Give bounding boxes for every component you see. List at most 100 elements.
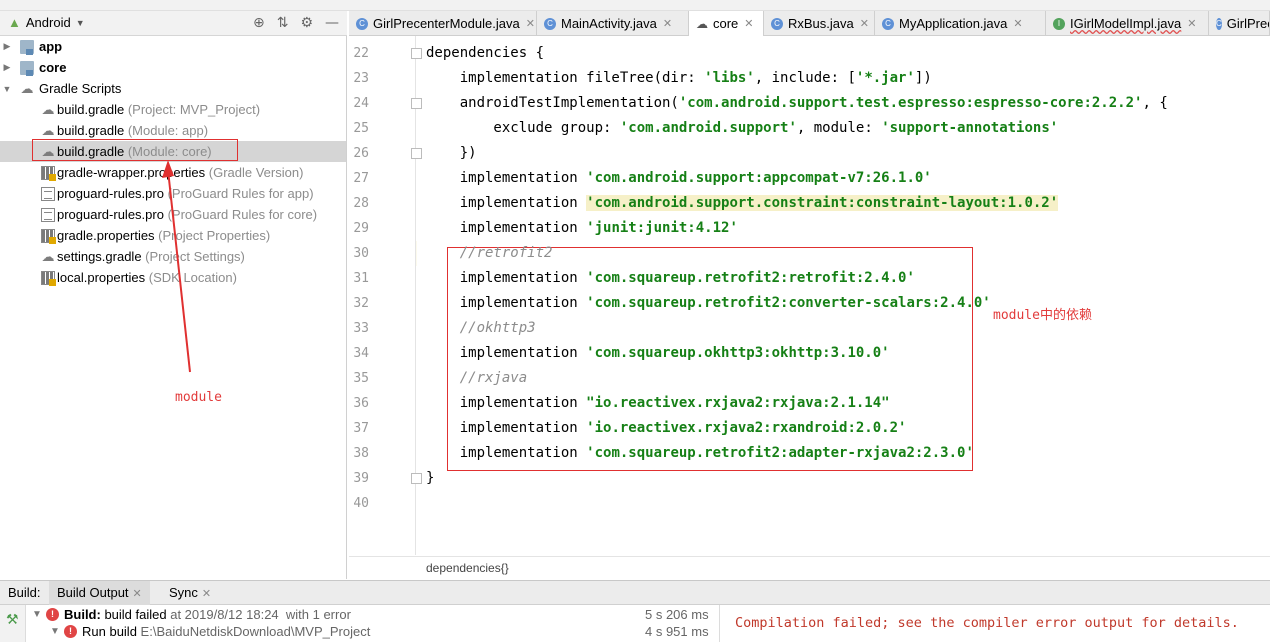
code-comment: //rxjava <box>426 370 528 386</box>
divider <box>719 605 720 642</box>
code-line: implementation 'com.android.support.cons… <box>426 191 1059 216</box>
chevron-right-icon[interactable]: ▶ <box>2 41 12 52</box>
tree-item-name: build.gradle <box>57 123 125 138</box>
tree-item[interactable]: gradle-wrapper.properties (Gradle Versio… <box>0 162 346 183</box>
close-icon[interactable]: ✕ <box>202 588 211 600</box>
code-token: } <box>426 470 435 486</box>
close-icon[interactable]: ✕ <box>1187 17 1196 30</box>
fold-icon[interactable] <box>411 473 422 484</box>
build-output-body: ⚒ ▼ ! Build: build failed at 2019/8/12 1… <box>0 605 1270 642</box>
line-number: 39 <box>353 471 369 486</box>
build-result-text: build failed <box>100 607 171 622</box>
chevron-down-icon[interactable]: ▼ <box>50 626 64 637</box>
gear-icon[interactable]: ⚙ <box>300 15 313 31</box>
interface-icon: I <box>1053 17 1065 30</box>
code-line: implementation 'com.squareup.retrofit2:a… <box>426 441 974 466</box>
close-icon[interactable]: ✕ <box>860 17 869 30</box>
project-tree[interactable]: ▶ app ▶ core ▼ ☁ Gradle Scripts ☁ build.gradle (… <box>0 36 347 579</box>
error-icon: ! <box>46 608 59 621</box>
gradle-icon: ☁ <box>41 102 55 117</box>
tree-item-name: Gradle Scripts <box>39 81 122 96</box>
editor-tab[interactable]: C RxBus.java ✕ <box>764 11 875 36</box>
tree-item[interactable]: gradle.properties (Project Properties) <box>0 225 346 246</box>
tree-item-name: core <box>39 60 67 75</box>
code-line: implementation 'com.android.support:appc… <box>426 166 932 191</box>
code-string: 'com.squareup.retrofit2:converter-scalar… <box>586 295 991 311</box>
breadcrumb[interactable]: dependencies{} <box>349 556 1270 580</box>
collapse-icon[interactable]: ⇅ <box>277 15 289 31</box>
line-number: 30 <box>353 246 369 261</box>
hammer-icon[interactable]: ⚒ <box>6 612 19 628</box>
line-number: 25 <box>353 121 369 136</box>
code-token: ]) <box>914 70 932 86</box>
fold-icon[interactable] <box>411 98 422 109</box>
fold-icon[interactable] <box>411 148 422 159</box>
tree-item[interactable]: proguard-rules.pro (ProGuard Rules for a… <box>0 183 346 204</box>
close-icon[interactable]: ✕ <box>526 17 535 30</box>
build-result-row[interactable]: ▼ ! Build: build failed at 2019/8/12 18:… <box>32 606 351 623</box>
code-token: androidTestImplementation( <box>426 95 679 111</box>
build-result-prefix: Build: <box>64 607 101 622</box>
close-icon[interactable]: ✕ <box>744 17 753 30</box>
code-line: implementation 'com.squareup.retrofit2:r… <box>426 266 915 291</box>
code-string: 'com.android.support.constraint:constrai… <box>586 195 1059 211</box>
tree-item[interactable]: ☁ build.gradle (Project: MVP_Project) <box>0 99 346 120</box>
folder-icon <box>20 61 34 76</box>
locate-icon[interactable]: ⊕ <box>253 15 265 31</box>
chevron-down-icon[interactable]: ▼ <box>32 609 46 620</box>
close-icon[interactable]: ✕ <box>663 17 672 30</box>
tree-item[interactable]: proguard-rules.pro (ProGuard Rules for c… <box>0 204 346 225</box>
window-top-strip <box>0 0 1270 11</box>
tree-item[interactable]: ☁ build.gradle (Module: app) <box>0 120 346 141</box>
hide-icon[interactable]: — <box>325 15 339 31</box>
tree-item[interactable]: ▶ app <box>0 36 346 57</box>
run-build-row[interactable]: ▼ ! Run build E:\BaiduNetdiskDownload\MV… <box>50 623 370 640</box>
line-number: 24 <box>353 96 369 111</box>
tree-item[interactable]: ▼ ☁ Gradle Scripts <box>0 78 346 99</box>
tree-item[interactable]: local.properties (SDK Location) <box>0 267 346 288</box>
close-icon[interactable]: ✕ <box>1013 17 1022 30</box>
line-number: 22 <box>353 46 369 61</box>
line-number: 38 <box>353 446 369 461</box>
breadcrumb-item[interactable]: dependencies{} <box>426 561 509 575</box>
tab-sync[interactable]: Sync ✕ <box>169 585 211 600</box>
chevron-down-icon[interactable]: ▼ <box>2 84 12 94</box>
class-icon: C <box>882 17 894 30</box>
editor-tab[interactable]: I IGirlModelImpl.java ✕ <box>1046 11 1209 36</box>
tree-item[interactable]: ▶ core <box>0 57 346 78</box>
code-line: implementation "io.reactivex.rxjava2:rxj… <box>426 391 890 416</box>
class-icon: C <box>544 17 556 30</box>
editor-tab-label: IGirlModelImpl.java <box>1070 16 1182 31</box>
editor-tab[interactable]: C GirlPrecenterModule.java ✕ <box>349 11 537 36</box>
editor-tab[interactable]: C GirlPrec <box>1209 11 1270 36</box>
code-token: }) <box>426 145 477 161</box>
editor-tab[interactable]: C MyApplication.java ✕ <box>875 11 1046 36</box>
line-number: 35 <box>353 371 369 386</box>
tree-item-hint: (ProGuard Rules for app) <box>163 186 314 201</box>
line-number: 29 <box>353 221 369 236</box>
editor-tab[interactable]: ☁ core ✕ <box>689 11 764 36</box>
file-icon <box>41 187 55 201</box>
tree-item-label: proguard-rules.pro (ProGuard Rules for c… <box>57 207 317 222</box>
tab-build-output-label: Build Output <box>57 585 129 600</box>
properties-icon <box>41 271 56 286</box>
project-view-selector[interactable]: ▲ Android ▼ <box>8 15 85 30</box>
code-line: implementation 'com.squareup.okhttp3:okh… <box>426 341 890 366</box>
line-number: 36 <box>353 396 369 411</box>
fold-icon[interactable] <box>411 48 422 59</box>
tree-item[interactable]: ☁ settings.gradle (Project Settings) <box>0 246 346 267</box>
editor-tab-label: MainActivity.java <box>561 16 657 31</box>
code-token: implementation <box>426 420 587 436</box>
code-token: implementation <box>426 270 587 286</box>
project-view-label: Android <box>25 15 71 30</box>
editor-tab-label: core <box>713 16 739 31</box>
dependency-annotation: module中的依赖 <box>993 308 1092 323</box>
editor-tab[interactable]: C MainActivity.java ✕ <box>537 11 689 36</box>
build-result-detail: at 2019/8/12 18:24 with 1 error <box>170 607 351 622</box>
tab-build-output[interactable]: Build Output ✕ <box>49 581 150 605</box>
tree-item-name: build.gradle <box>57 102 125 117</box>
close-icon[interactable]: ✕ <box>133 588 142 600</box>
line-gutter: 22 23 24 25 26 27 28 29 30 31 32 33 34 35 36 37 38 39 40 <box>349 36 416 555</box>
code-line: implementation fileTree(dir: 'libs', inc… <box>426 66 932 91</box>
chevron-right-icon[interactable]: ▶ <box>2 62 12 73</box>
